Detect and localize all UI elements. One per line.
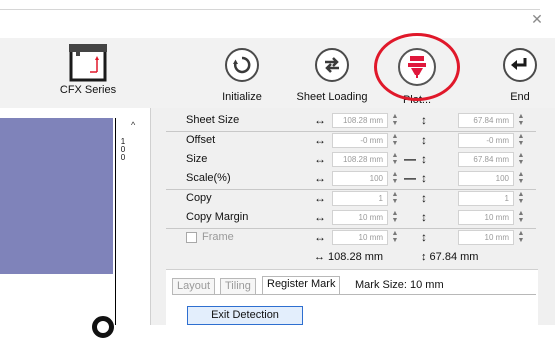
- spinner-icon[interactable]: ▲ ▼: [516, 230, 526, 245]
- offset-y-field[interactable]: -0 mm: [458, 133, 514, 148]
- horizontal-arrow-icon: ↔: [314, 230, 326, 244]
- scale-y-field[interactable]: 100: [458, 171, 514, 186]
- sheet-loading-label: Sheet Loading: [296, 91, 368, 103]
- spinner-icon[interactable]: ▲ ▼: [390, 191, 400, 206]
- copy-margin-row: Copy Margin ↔ 10 mm ▲ ▼ ↕ 10 mm ▲ ▼: [166, 209, 536, 228]
- vertical-ruler: 100: [115, 118, 129, 325]
- vertical-arrow-icon: ↕: [421, 230, 427, 244]
- parameters-table: Sheet Size ↔ 108.28 mm ▲ ▼ ↕ 67.84 mm ▲ ▼ …: [166, 112, 536, 248]
- vertical-arrow-icon: ↕: [421, 210, 427, 224]
- size-width-field[interactable]: 108.28 mm: [332, 152, 388, 167]
- spinner-icon[interactable]: ▲ ▼: [516, 171, 526, 186]
- scale-label: Scale(%): [186, 172, 231, 184]
- offset-label: Offset: [186, 134, 216, 146]
- scale-x-field[interactable]: 100: [332, 171, 388, 186]
- plot-preview-canvas[interactable]: 100 ^: [0, 108, 150, 325]
- return-arrow-icon: [503, 48, 537, 82]
- frame-y-field[interactable]: 10 mm: [458, 230, 514, 245]
- refresh-icon: [225, 48, 259, 82]
- horizontal-arrow-icon: ↔: [314, 152, 326, 166]
- cutting-plotter-icon: [69, 44, 107, 82]
- size-label: Size: [186, 153, 208, 165]
- ruler-label: 100: [120, 137, 126, 162]
- vertical-arrow-icon: ↕: [421, 113, 427, 127]
- origin-marker: [92, 316, 114, 338]
- spinner-icon[interactable]: ▲ ▼: [390, 171, 400, 186]
- spinner-icon[interactable]: ▲ ▼: [390, 133, 400, 148]
- horizontal-arrow-icon: ↔: [314, 171, 326, 185]
- mark-size-label: Mark Size: 10 mm: [355, 279, 444, 291]
- copy-row: Copy ↔ 1 ▲ ▼ ↕ 1 ▲ ▼: [166, 189, 536, 209]
- scroll-up-icon[interactable]: ^: [131, 120, 135, 130]
- copy-label: Copy: [186, 192, 212, 204]
- end-label: End: [510, 91, 530, 103]
- sheet-size-label: Sheet Size: [186, 114, 240, 126]
- copy-margin-label: Copy Margin: [186, 211, 249, 223]
- tab-register-mark[interactable]: Register Mark: [262, 276, 341, 294]
- total-width: ↔ 108.28 mm: [314, 251, 384, 263]
- end-button[interactable]: End: [500, 42, 540, 103]
- horizontal-arrow-icon: ↔: [314, 210, 326, 224]
- frame-checkbox[interactable]: [186, 232, 197, 243]
- vertical-arrow-icon: ↕: [421, 152, 427, 166]
- logo-label: CFX Series: [59, 84, 117, 96]
- vertical-arrow-icon: ↕: [421, 191, 427, 205]
- sheet-height-field[interactable]: 67.84 mm: [458, 113, 514, 128]
- title-divider: [0, 9, 540, 10]
- tab-layout[interactable]: Layout: [172, 278, 216, 294]
- plot-pen-icon: [398, 48, 436, 86]
- vertical-arrow-icon: ↕: [421, 133, 427, 147]
- aspect-link-icon[interactable]: —: [404, 171, 416, 185]
- initialize-button[interactable]: Initialize: [214, 42, 270, 103]
- copy-x-field[interactable]: 1: [332, 191, 388, 206]
- sheet-width-field[interactable]: 108.28 mm: [332, 113, 388, 128]
- horizontal-arrow-icon: ↔: [314, 113, 326, 127]
- aspect-link-icon[interactable]: —: [404, 152, 416, 166]
- size-row: Size ↔ 108.28 mm ▲ ▼ — ↕ 67.84 mm ▲ ▼: [166, 151, 536, 170]
- cfx-series-logo: CFX Series: [58, 42, 118, 96]
- spinner-icon[interactable]: ▲ ▼: [516, 191, 526, 206]
- copy-margin-y-field[interactable]: 10 mm: [458, 210, 514, 225]
- copy-y-field[interactable]: 1: [458, 191, 514, 206]
- offset-x-field[interactable]: -0 mm: [332, 133, 388, 148]
- plot-button[interactable]: Plot...: [393, 42, 441, 106]
- close-icon: ✕: [531, 11, 543, 27]
- horizontal-arrow-icon: ↔: [314, 191, 326, 205]
- spinner-icon[interactable]: ▲ ▼: [390, 152, 400, 167]
- copy-margin-x-field[interactable]: 10 mm: [332, 210, 388, 225]
- frame-row: Frame ↔ 10 mm ▲ ▼ ↕ 10 mm ▲ ▼: [166, 228, 536, 248]
- tab-tiling[interactable]: Tiling: [220, 278, 256, 294]
- exit-detection-button[interactable]: Exit Detection: [187, 306, 303, 325]
- spinner-icon[interactable]: ▲ ▼: [390, 210, 400, 225]
- spinner-icon[interactable]: ▲ ▼: [516, 210, 526, 225]
- spinner-icon[interactable]: ▲ ▼: [390, 113, 400, 128]
- frame-label: Frame: [202, 231, 234, 243]
- horizontal-arrow-icon: ↔: [314, 133, 326, 147]
- title-bar: ✕: [0, 0, 555, 38]
- toolbar: CFX Series Initialize Sheet Loading Plot…: [0, 38, 555, 108]
- sheet-loading-button[interactable]: Sheet Loading: [294, 42, 370, 103]
- scale-row: Scale(%) ↔ 100 ▲ ▼ — ↕ 100 ▲ ▼: [166, 170, 536, 189]
- sheet-preview: [0, 118, 113, 274]
- close-button[interactable]: ✕: [527, 9, 547, 29]
- spinner-icon[interactable]: ▲ ▼: [516, 133, 526, 148]
- plot-label: Plot...: [402, 94, 432, 106]
- size-height-field[interactable]: 67.84 mm: [458, 152, 514, 167]
- offset-row: Offset ↔ -0 mm ▲ ▼ ↕ -0 mm ▲ ▼: [166, 131, 536, 151]
- sheet-size-row: Sheet Size ↔ 108.28 mm ▲ ▼ ↕ 67.84 mm ▲ ▼: [166, 112, 536, 131]
- total-height: ↕ 67.84 mm: [421, 251, 479, 263]
- initialize-label: Initialize: [222, 91, 262, 103]
- vertical-arrow-icon: ↕: [421, 171, 427, 185]
- exchange-arrows-icon: [315, 48, 349, 82]
- spinner-icon[interactable]: ▲ ▼: [516, 113, 526, 128]
- spinner-icon[interactable]: ▲ ▼: [516, 152, 526, 167]
- totals-row: ↔ 108.28 mm ↕ 67.84 mm: [166, 251, 536, 267]
- spinner-icon[interactable]: ▲ ▼: [390, 230, 400, 245]
- frame-x-field[interactable]: 10 mm: [332, 230, 388, 245]
